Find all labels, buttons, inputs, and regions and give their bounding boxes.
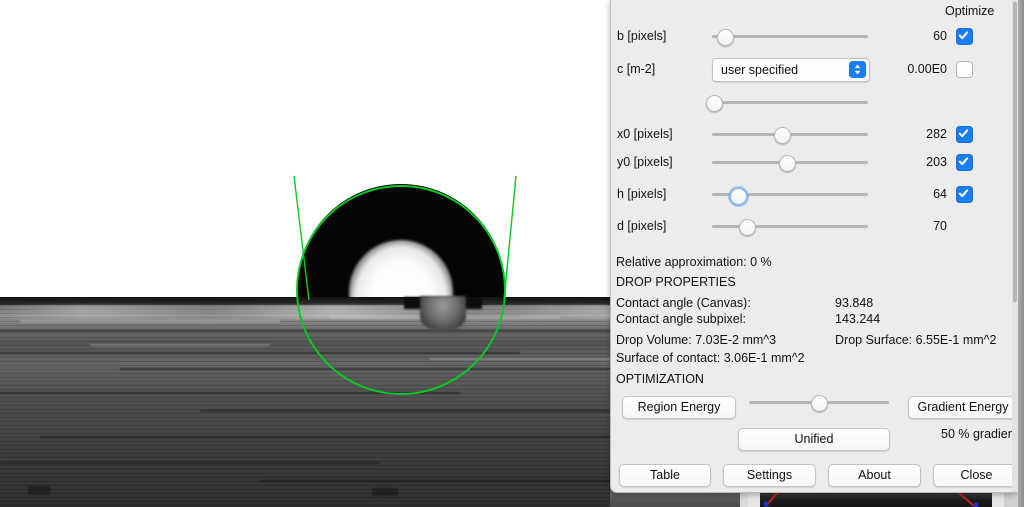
table-button[interactable]: Table [619,464,711,487]
slider-knob[interactable] [774,127,791,144]
parameter-value-h: 64 [933,187,947,201]
contact-angle-subpixel-label: Contact angle subpixel: [616,312,746,326]
parameter-slider-b[interactable] [712,22,868,50]
parameter-value-y0: 203 [926,155,947,169]
parameter-row-y0: y0 [pixels] 203 [611,148,1017,176]
surface-of-contact-text: Surface of contact: 3.06E-1 mm^2 [616,351,805,365]
substrate-speck [28,486,50,495]
slider-knob[interactable] [729,187,748,206]
parameter-row-d: d [pixels] 70 [611,212,1017,240]
app-root: Optimize b [pixels] 60 c [m-2] 0.00E0 us… [0,0,1024,507]
parameter-value-x0: 282 [926,127,947,141]
parameter-label-d: d [pixels] [617,219,667,233]
drop-image-canvas[interactable] [0,0,700,507]
parameter-row-b: b [pixels] 60 [611,22,1017,50]
substrate-texture-line [0,330,700,332]
gradient-percent-label: 50 % gradient [941,427,1018,441]
slider-track[interactable] [712,225,868,228]
parameter-slider-h[interactable] [712,180,868,208]
parameter-row-h: h [pixels] 64 [611,180,1017,208]
parameter-value-b: 60 [933,29,947,43]
optimize-checkbox-h[interactable] [956,186,973,203]
slider-knob[interactable] [779,155,796,172]
slider-knob[interactable] [717,29,734,46]
about-button[interactable]: About [828,464,921,487]
gradient-weight-slider[interactable] [749,392,889,413]
optimize-column-header: Optimize [945,4,995,18]
optimize-checkbox-x0[interactable] [956,126,973,143]
slider-knob[interactable] [706,95,723,112]
parameter-slider-d[interactable] [712,212,868,240]
window-right-edge [1018,0,1024,507]
parameter-label-x0: x0 [pixels] [617,127,673,141]
slider-knob[interactable] [811,395,828,412]
slider-knob[interactable] [739,219,756,236]
parameter-slider-c[interactable] [706,88,868,116]
contact-angle-subpixel-value: 143.244 [835,312,881,326]
parameter-label-b: b [pixels] [617,29,667,43]
optimize-checkbox-c[interactable] [956,61,973,78]
droplet-inner-reflection [349,240,453,297]
relative-approximation-text: Relative approximation: 0 % [616,255,772,269]
parameter-value-c: 0.00E0 [907,62,947,76]
substrate-texture-line [0,392,460,394]
parameter-label-h: h [pixels] [617,187,667,201]
slider-track[interactable] [712,101,868,104]
optimize-checkbox-b[interactable] [956,28,973,45]
drop-analysis-panel: Optimize b [pixels] 60 c [m-2] 0.00E0 us… [610,0,1018,493]
c-mode-selected-label: user specified [721,63,799,77]
substrate-texture-line [430,358,620,360]
parameter-slider-x0[interactable] [712,120,868,148]
image-substrate [0,297,700,507]
substrate-texture-line [40,436,640,438]
substrate-texture-line [20,320,280,323]
slider-track[interactable] [712,35,868,38]
parameter-label-y0: y0 [pixels] [617,155,673,169]
region-energy-button[interactable]: Region Energy [622,396,736,419]
parameter-row-x0: x0 [pixels] 282 [611,120,1017,148]
droplet-reflection-below [420,296,466,330]
chevron-updown-icon[interactable] [849,61,866,78]
c-mode-select[interactable]: user specified [712,58,870,82]
unified-button[interactable]: Unified [738,428,890,451]
substrate-edge-line [0,297,700,305]
gradient-energy-button[interactable]: Gradient Energy [908,396,1017,419]
panel-scrollbar-thumb[interactable] [1013,2,1017,302]
parameter-value-d: 70 [933,219,947,233]
drop-volume-text: Drop Volume: 7.03E-2 mm^3 [616,333,777,347]
parameter-label-c: c [m-2] [617,62,656,76]
substrate-texture-line [90,344,270,346]
drop-surface-text: Drop Surface: 6.55E-1 mm^2 [835,333,997,347]
parameter-row-c-slider [611,88,1017,116]
substrate-speck [372,488,398,496]
optimization-header: OPTIMIZATION [616,372,704,386]
substrate-texture-line [0,352,520,354]
optimize-checkbox-y0[interactable] [956,154,973,171]
drop-properties-header: DROP PROPERTIES [616,275,736,289]
contact-angle-canvas-label: Contact angle (Canvas): [616,296,751,310]
settings-button[interactable]: Settings [723,464,816,487]
close-button[interactable]: Close [933,464,1017,487]
contact-angle-canvas-value: 93.848 [835,296,874,310]
parameter-slider-y0[interactable] [712,148,868,176]
substrate-texture-line [0,462,380,464]
